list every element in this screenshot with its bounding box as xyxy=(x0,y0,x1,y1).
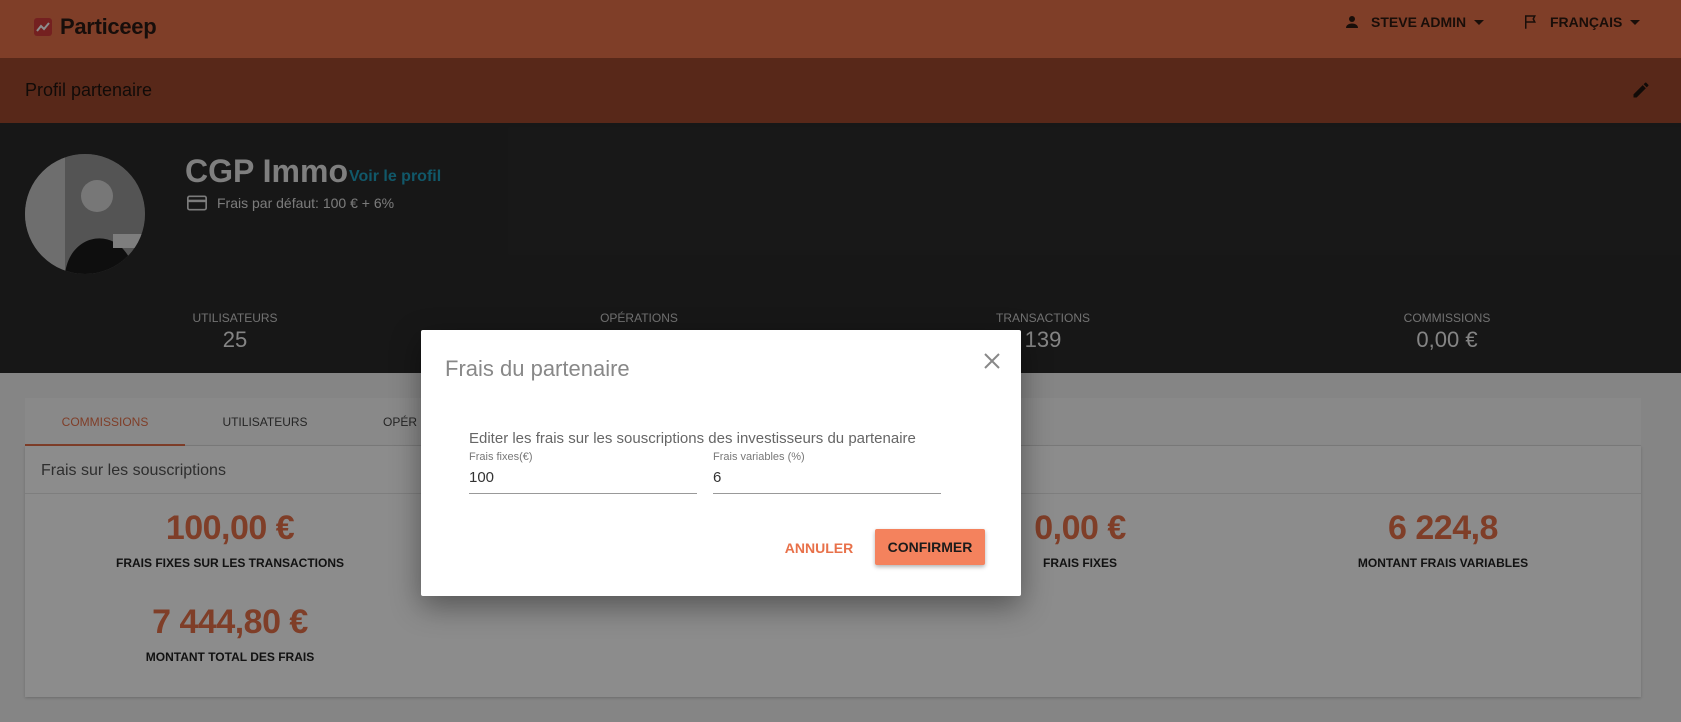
variable-fee-field: Frais variables (%) xyxy=(713,451,941,494)
dialog-title: Frais du partenaire xyxy=(445,356,630,381)
cancel-button[interactable]: ANNULER xyxy=(776,530,862,566)
variable-fee-input[interactable] xyxy=(713,463,941,494)
fixed-fee-field: Frais fixes(€) xyxy=(469,451,697,494)
fixed-fee-label: Frais fixes(€) xyxy=(469,451,533,463)
dialog-description: Editer les frais sur les souscriptions d… xyxy=(469,430,916,447)
confirm-button[interactable]: CONFIRMER xyxy=(875,529,985,565)
fixed-fee-input[interactable] xyxy=(469,463,697,494)
close-icon[interactable] xyxy=(983,352,1001,375)
variable-fee-label: Frais variables (%) xyxy=(713,451,805,463)
partner-fees-dialog: Frais du partenaire Editer les frais sur… xyxy=(421,330,1021,596)
